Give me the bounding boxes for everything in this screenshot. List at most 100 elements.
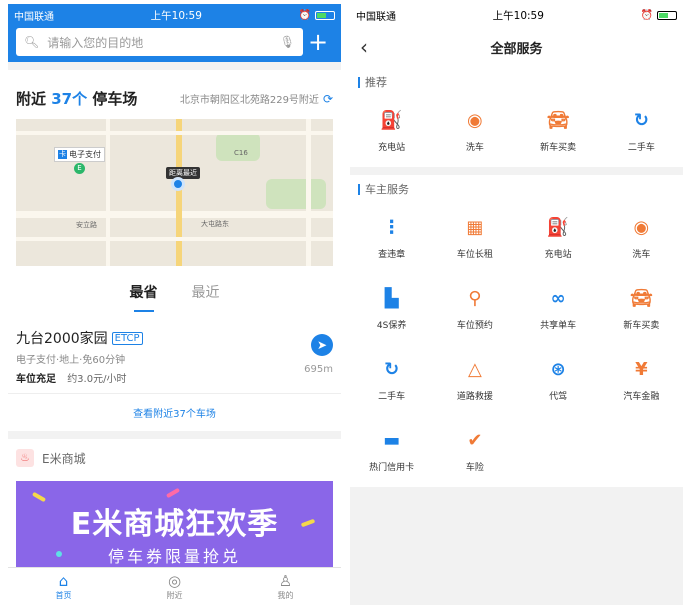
lot-status: 车位充足 约3.0元/小时 — [16, 370, 333, 385]
service-label: 洗车 — [632, 250, 651, 260]
nearest-tag: 距离最近 — [166, 167, 200, 179]
carrier: 中国联通 — [356, 11, 396, 23]
charging-station-icon: ⛽ — [546, 217, 570, 238]
search-bar: 🔍︎ 请输入您的目的地 🎙︎ + — [8, 28, 341, 56]
service-item[interactable]: ¥ 汽车金融 — [600, 345, 683, 416]
charging-station-icon: ⛽ — [380, 110, 403, 131]
service-item[interactable]: ◉ 洗车 — [600, 203, 683, 274]
map-road — [176, 119, 182, 266]
mall-banner[interactable]: E米商城狂欢季 停车券限量抢兑 — [16, 481, 333, 577]
service-item[interactable]: ▙ 4S保养 — [350, 274, 433, 345]
payment-marker-icon: 卡 — [58, 150, 67, 159]
service-label: 共享单车 — [540, 321, 577, 331]
lot-price: 约3.0元/小时 — [67, 374, 127, 385]
current-location-pin — [171, 177, 185, 191]
map-marker[interactable]: E — [74, 163, 85, 174]
service-item[interactable]: ⊛ 代驾 — [517, 345, 600, 416]
tabbar-mine-label: 我的 — [277, 591, 294, 600]
service-item[interactable]: ✔ 车险 — [433, 416, 516, 487]
service-item[interactable]: ⛽ 充电站 — [517, 203, 600, 274]
owner-services-section: 车主服务 ⋮ 查违章 ▦ 车位长租 ⛽ 充电站 ◉ 洗车 ▙ 4S保养 ⚲ 车位预约 ∞ 共享单车 🚘︎ 新车… — [350, 175, 683, 487]
back-icon[interactable]: ‹ — [360, 35, 368, 59]
service-item[interactable]: ↻ 二手车 — [350, 345, 433, 416]
microphone-icon[interactable]: 🎙︎ — [280, 35, 295, 49]
address-text: 北京市朝阳区北苑路229号附近 — [179, 95, 319, 106]
map-road — [16, 237, 333, 241]
lot-distance: 695m — [304, 364, 333, 375]
nearby-suffix: 停车场 — [92, 90, 138, 108]
shield-icon: ✔ — [467, 430, 483, 451]
status-icons: ⏰ — [641, 10, 677, 21]
car-wash-icon: ◉ — [633, 217, 650, 238]
service-label: 4S保养 — [376, 321, 407, 331]
credit-card-icon: ▬ — [383, 430, 401, 451]
service-item[interactable]: 🚘︎ 新车买卖 — [517, 96, 600, 167]
service-item[interactable]: ⛽ 充电站 — [350, 96, 433, 167]
mall-title: E米商城 — [42, 451, 86, 466]
nearby-prefix: 附近 — [16, 90, 47, 108]
mall-section: ♨ E米商城 E米商城狂欢季 停车券限量抢兑 — [8, 439, 341, 579]
map-view[interactable]: 卡 电子支付 E 距离最近 大屯路东 C16 安立路 — [16, 119, 333, 266]
mall-header[interactable]: ♨ E米商城 — [16, 449, 333, 467]
tab-cheapest[interactable]: 最省 — [130, 282, 158, 312]
traffic-light-icon: ⋮ — [382, 217, 401, 238]
status-bar: 中国联通 上午10:59 ⏰ — [8, 4, 341, 26]
finance-icon: ¥ — [635, 359, 648, 380]
map-road — [16, 211, 333, 218]
recommend-title: 推荐 — [350, 68, 683, 96]
recommend-section: 推荐 ⛽ 充电站 ◉ 洗车 🚘︎ 新车买卖 ↻ 二手车 — [350, 68, 683, 167]
payment-marker[interactable]: 卡 电子支付 — [54, 147, 105, 162]
battery-icon — [315, 10, 335, 20]
add-button[interactable]: + — [303, 30, 333, 54]
tabbar-home[interactable]: ⌂ 首页 — [8, 568, 119, 605]
service-label: 二手车 — [378, 392, 406, 402]
service-item[interactable]: 🚘︎ 新车买卖 — [600, 274, 683, 345]
service-item[interactable]: ◉ 洗车 — [433, 96, 516, 167]
parking-lot-item[interactable]: 九台2000家园 ETCP 电子支付·地上·免60分钟 车位充足 约3.0元/小… — [8, 312, 341, 394]
warning-triangle-icon: △ — [467, 359, 482, 380]
service-item[interactable]: △ 道路救援 — [433, 345, 516, 416]
bottom-tab-bar: ⌂ 首页 ◎ 附近 ♙ 我的 — [8, 567, 341, 605]
service-label: 车位预约 — [456, 321, 493, 331]
home-screen: 中国联通 上午10:59 ⏰ 🔍︎ 请输入您的目的地 🎙︎ + 附近 37个 停… — [8, 4, 341, 605]
service-label: 查违章 — [378, 250, 406, 260]
nearby-header: 附近 37个 停车场 北京市朝阳区北苑路229号附近 ⟳ — [8, 70, 341, 119]
service-label: 汽车金融 — [623, 392, 660, 402]
clock: 上午10:59 — [150, 9, 202, 22]
sort-tabs: 最省 最近 — [8, 266, 341, 312]
location-pin-icon: ⚲ — [468, 288, 482, 309]
search-input[interactable]: 🔍︎ 请输入您的目的地 🎙︎ — [16, 28, 303, 56]
service-label: 新车买卖 — [623, 321, 660, 331]
bicycle-icon: ∞ — [550, 288, 566, 309]
calendar-icon: ▦ — [466, 217, 484, 238]
service-item[interactable]: ∞ 共享单车 — [517, 274, 600, 345]
service-item[interactable]: ↻ 二手车 — [600, 96, 683, 167]
new-car-icon: 🚘︎ — [629, 288, 653, 309]
tab-nearest[interactable]: 最近 — [192, 282, 220, 312]
service-label: 道路救援 — [456, 392, 493, 402]
tabbar-mine[interactable]: ♙ 我的 — [230, 568, 341, 605]
current-address[interactable]: 北京市朝阳区北苑路229号附近 ⟳ — [179, 91, 333, 107]
service-item[interactable]: ▦ 车位长租 — [433, 203, 516, 274]
carrier: 中国联通 — [14, 11, 54, 23]
service-label: 新车买卖 — [540, 143, 577, 153]
service-item[interactable]: ▬ 热门信用卡 — [350, 416, 433, 487]
service-item[interactable]: ⋮ 查违章 — [350, 203, 433, 274]
tabbar-nearby-label: 附近 — [166, 591, 183, 600]
refresh-icon[interactable]: ⟳ — [323, 92, 333, 106]
map-label: 大屯路东 — [201, 220, 229, 228]
tabbar-nearby[interactable]: ◎ 附近 — [119, 568, 230, 605]
home-icon: ⌂ — [58, 572, 69, 590]
lot-info: 电子支付·地上·免60分钟 — [16, 355, 126, 366]
service-label: 热门信用卡 — [369, 463, 415, 473]
nav-bar: ‹ 全部服务 — [350, 26, 683, 68]
view-more-link[interactable]: 查看附近37个车场 — [8, 394, 341, 431]
owner-services-grid: ⋮ 查违章 ▦ 车位长租 ⛽ 充电站 ◉ 洗车 ▙ 4S保养 ⚲ 车位预约 ∞ 共享单车 🚘︎ 新车买卖 ↻ 二手… — [350, 203, 683, 487]
service-item[interactable]: ⚲ 车位预约 — [433, 274, 516, 345]
battery-icon — [657, 10, 677, 20]
service-label: 洗车 — [465, 143, 484, 153]
page-title: 全部服务 — [490, 41, 543, 57]
home-header: 中国联通 上午10:59 ⏰ 🔍︎ 请输入您的目的地 🎙︎ + — [8, 4, 341, 62]
navigate-icon[interactable]: ➤ — [311, 334, 333, 356]
lot-name-row: 九台2000家园 ETCP — [16, 328, 333, 348]
